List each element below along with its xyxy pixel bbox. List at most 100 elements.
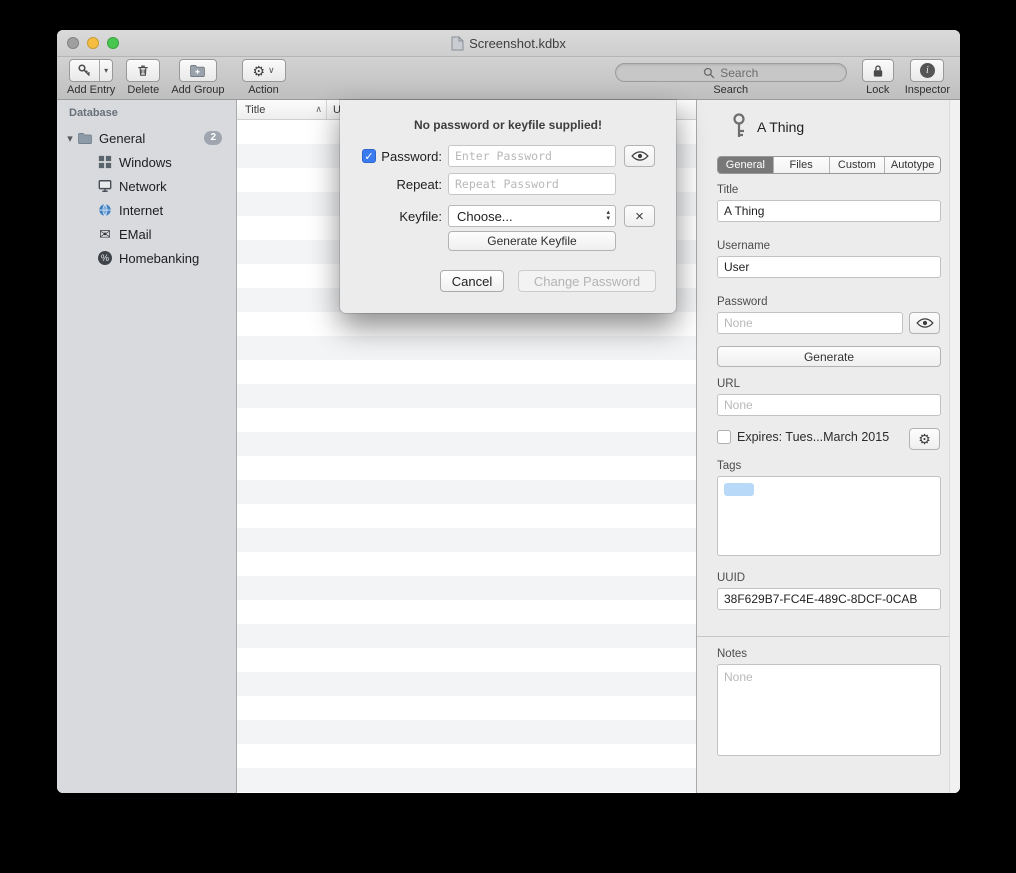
- tag-chip[interactable]: [724, 483, 754, 496]
- inspector-panel: A Thing General Files Custom Autotype Ti…: [696, 100, 960, 793]
- password-dialog: No password or keyfile supplied! ✓ Passw…: [340, 100, 676, 313]
- toolbar-item-lock: Lock: [862, 59, 894, 96]
- toolbar: ▾ Add Entry Delete: [57, 57, 960, 100]
- show-password-button[interactable]: [909, 312, 940, 334]
- dialog-show-password-button[interactable]: [624, 145, 655, 167]
- action-button[interactable]: ⚙ ∨: [242, 59, 286, 82]
- add-entry-button[interactable]: ▾: [69, 59, 113, 82]
- inspector-scrollbar[interactable]: [949, 100, 960, 793]
- expires-row: Expires: Tues...March 2015: [717, 430, 889, 444]
- sidebar-item-label: Windows: [119, 155, 172, 170]
- document-icon: [451, 36, 464, 51]
- tab-general-label: General: [726, 159, 765, 171]
- toolbar-item-add-group: Add Group: [171, 59, 224, 96]
- sidebar-item-email[interactable]: ✉ EMail: [57, 222, 236, 246]
- delete-label: Delete: [127, 84, 159, 96]
- network-icon: [97, 178, 113, 194]
- search-placeholder-text: Search: [720, 66, 758, 80]
- sidebar-group-general[interactable]: ▾ General 2: [57, 126, 236, 150]
- username-field-label: Username: [717, 240, 770, 252]
- title-field[interactable]: [717, 200, 941, 222]
- lock-button[interactable]: [862, 59, 894, 82]
- tab-files[interactable]: Files: [774, 157, 830, 173]
- homebanking-icon: %: [97, 250, 113, 266]
- tags-field[interactable]: [717, 476, 941, 556]
- sidebar-item-internet[interactable]: Internet: [57, 198, 236, 222]
- password-field[interactable]: [717, 312, 903, 334]
- info-icon: i: [920, 63, 935, 78]
- sidebar-item-label: Internet: [119, 203, 163, 218]
- column-header-username[interactable]: U: [327, 104, 341, 116]
- add-entry-dropdown-icon[interactable]: ▾: [99, 60, 112, 81]
- username-field[interactable]: [717, 256, 941, 278]
- uuid-label: UUID: [717, 572, 745, 584]
- dialog-password-input[interactable]: [448, 145, 616, 167]
- keyfile-popup[interactable]: Choose... ▴ ▾: [448, 205, 616, 227]
- delete-button[interactable]: [126, 59, 160, 82]
- sidebar-item-label: Network: [119, 179, 167, 194]
- toolbar-item-add-entry: ▾ Add Entry: [67, 59, 115, 96]
- sidebar: Database ▾ General 2 Windo: [57, 100, 237, 793]
- sidebar-item-label: Homebanking: [119, 251, 199, 266]
- desktop-background: Screenshot.kdbx ▾ Add Entry: [0, 0, 1016, 873]
- notes-field[interactable]: [717, 664, 941, 756]
- clear-x-icon: ×: [635, 209, 644, 224]
- inspector-tabs: General Files Custom Autotype: [717, 156, 941, 174]
- password-field-label: Password: [717, 296, 768, 308]
- eye-icon: [631, 150, 649, 162]
- tab-files-label: Files: [790, 159, 813, 171]
- sidebar-header: Database: [69, 107, 118, 119]
- generate-keyfile-button[interactable]: Generate Keyfile: [448, 231, 616, 251]
- generate-password-button[interactable]: Generate: [717, 346, 941, 367]
- action-label: Action: [248, 84, 279, 96]
- window-title: Screenshot.kdbx: [57, 30, 960, 57]
- sidebar-item-homebanking[interactable]: % Homebanking: [57, 246, 236, 270]
- inspector-divider: [697, 636, 960, 637]
- keyfile-clear-button[interactable]: ×: [624, 205, 655, 227]
- toolbar-right-group: Search Search Lock i: [615, 59, 950, 96]
- generate-keyfile-label: Generate Keyfile: [487, 234, 576, 248]
- title-field-label: Title: [717, 184, 738, 196]
- inspector-button[interactable]: i: [910, 59, 944, 82]
- search-icon: [703, 67, 715, 79]
- change-password-button[interactable]: Change Password: [518, 270, 656, 292]
- toolbar-item-inspector: i Inspector: [905, 59, 950, 96]
- dialog-repeat-label: Repeat:: [340, 177, 442, 192]
- expires-label: Expires: Tues...March 2015: [737, 430, 889, 444]
- dialog-message: No password or keyfile supplied!: [340, 118, 676, 132]
- generate-label: Generate: [804, 350, 854, 364]
- expires-settings-button[interactable]: ⚙: [909, 428, 940, 450]
- search-input[interactable]: Search: [615, 63, 847, 82]
- eye-icon: [916, 317, 934, 329]
- sidebar-item-windows[interactable]: Windows: [57, 150, 236, 174]
- dialog-keyfile-label: Keyfile:: [340, 209, 442, 224]
- email-icon: ✉: [97, 226, 113, 242]
- trash-icon: [136, 63, 150, 78]
- add-entry-label: Add Entry: [67, 84, 115, 96]
- toolbar-item-action: ⚙ ∨ Action: [242, 59, 286, 96]
- sidebar-item-network[interactable]: Network: [57, 174, 236, 198]
- titlebar[interactable]: Screenshot.kdbx: [57, 30, 960, 57]
- uuid-field[interactable]: [717, 588, 941, 610]
- tab-custom[interactable]: Custom: [830, 157, 886, 173]
- url-field-label: URL: [717, 378, 740, 390]
- expires-checkbox[interactable]: [717, 430, 731, 444]
- toolbar-item-delete: Delete: [126, 59, 160, 96]
- add-group-button[interactable]: [179, 59, 217, 82]
- inspector-label: Inspector: [905, 84, 950, 96]
- column-title-text: Title: [245, 104, 265, 116]
- folder-icon: [77, 130, 93, 146]
- cancel-button[interactable]: Cancel: [440, 270, 504, 292]
- inspector-entry-title: A Thing: [757, 119, 804, 135]
- dialog-repeat-input[interactable]: [448, 173, 616, 195]
- change-password-label: Change Password: [534, 274, 640, 289]
- column-header-title[interactable]: Title ∧: [237, 100, 327, 119]
- tags-label: Tags: [717, 460, 741, 472]
- tab-general[interactable]: General: [718, 157, 774, 173]
- disclosure-triangle-icon[interactable]: ▾: [63, 132, 77, 145]
- sort-ascending-icon: ∧: [315, 104, 322, 115]
- tab-autotype[interactable]: Autotype: [885, 157, 940, 173]
- dialog-password-label: Password:: [340, 149, 442, 164]
- url-field[interactable]: [717, 394, 941, 416]
- search-label: Search: [713, 84, 748, 96]
